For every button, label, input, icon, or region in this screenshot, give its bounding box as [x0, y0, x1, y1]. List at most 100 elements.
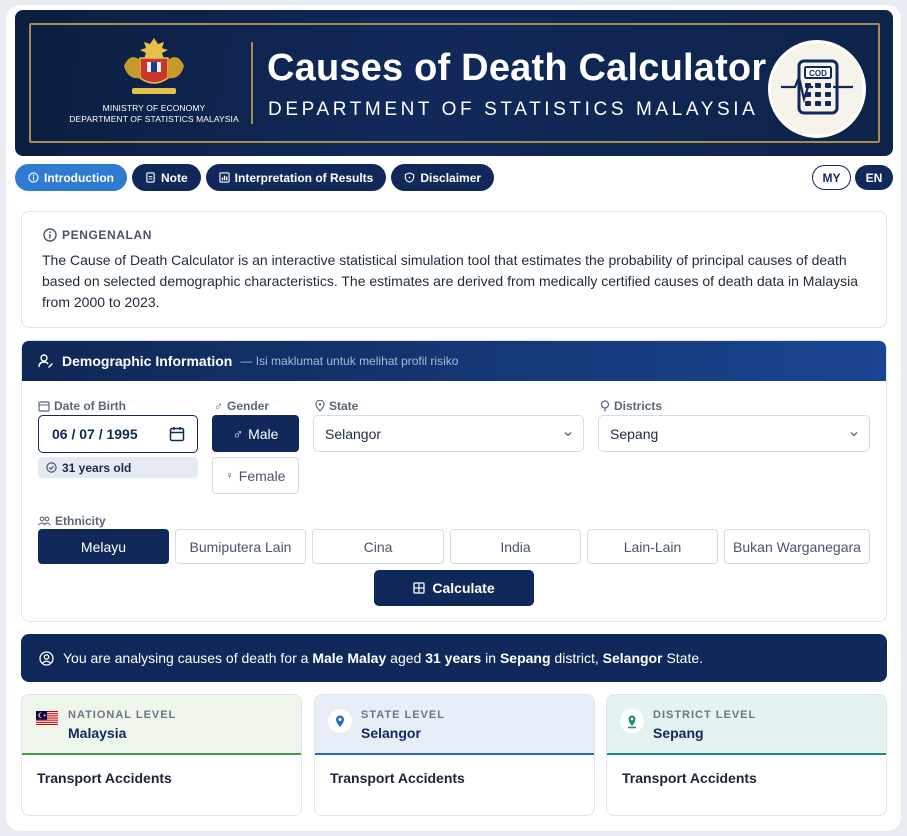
calendar-picker-icon[interactable] — [169, 426, 185, 442]
district-level-header: DISTRICT LEVEL Sepang — [607, 695, 886, 755]
district-select[interactable]: Sepang — [598, 415, 870, 452]
ethnicity-label: Ethnicity — [38, 514, 106, 528]
gender-female-label: Female — [238, 467, 286, 484]
demographic-title: Demographic Information — [62, 353, 233, 369]
tab-label: Note — [160, 170, 188, 185]
ministry-line-2: DEPARTMENT OF STATISTICS MALAYSIA — [69, 114, 239, 124]
header-banner: MINISTRY OF ECONOMY DEPARTMENT OF STATIS… — [15, 10, 893, 156]
district-label: Districts — [600, 399, 662, 413]
shield-icon — [405, 172, 415, 183]
language-en-button[interactable]: EN — [855, 165, 893, 190]
tab-introduction[interactable]: Introduction — [15, 164, 127, 191]
tab-label: Interpretation of Results — [234, 170, 374, 185]
chevron-down-icon — [564, 432, 572, 437]
national-level-name: Malaysia — [68, 725, 127, 741]
ethnicity-option-india[interactable]: India — [450, 529, 581, 564]
calculate-label: Calculate — [432, 580, 495, 596]
dob-label-text: Date of Birth — [54, 399, 126, 413]
ethnicity-option-melayu[interactable]: Melayu — [38, 529, 169, 564]
group-icon — [38, 516, 51, 526]
national-level-kicker: NATIONAL LEVEL — [68, 709, 177, 721]
chevron-down-icon — [850, 432, 858, 437]
ethnicity-option-bumiputera-lain[interactable]: Bumiputera Lain — [175, 529, 306, 564]
summary-age: 31 years — [425, 650, 482, 666]
app-page: MINISTRY OF ECONOMY DEPARTMENT OF STATIS… — [6, 5, 901, 831]
calculator-badge: COD — [768, 40, 866, 138]
district-level-card: DISTRICT LEVEL Sepang Transport Accident… — [606, 694, 887, 816]
introduction-heading: PENGENALAN — [43, 228, 152, 242]
chart-icon — [219, 172, 230, 183]
calculate-button[interactable]: Calculate — [374, 570, 534, 606]
gender-label: ♂ Gender — [214, 399, 269, 413]
coat-of-arms-icon — [124, 38, 184, 94]
tab-note[interactable]: Note — [131, 164, 201, 191]
introduction-card: PENGENALAN The Cause of Death Calculator… — [21, 211, 887, 328]
summary-part-1: You are analysing causes of death for a — [63, 650, 309, 666]
summary-part-2: aged — [390, 650, 422, 666]
calculator-heartbeat-icon: COD — [781, 59, 853, 115]
gender-male-button[interactable]: ♂ Male — [212, 415, 299, 452]
analysis-summary: You are analysing causes of death for a … — [21, 634, 887, 682]
tab-disclaimer[interactable]: Disclaimer — [391, 164, 495, 191]
info-icon — [43, 228, 57, 242]
banner-divider — [251, 42, 253, 124]
user-circle-icon — [39, 650, 54, 666]
user-edit-icon — [38, 354, 53, 368]
summary-district: Sepang — [499, 650, 551, 666]
badge-text: COD — [809, 69, 827, 78]
tab-label: Disclaimer — [420, 170, 482, 185]
state-select[interactable]: Selangor — [313, 415, 584, 452]
summary-part-3: in — [485, 650, 497, 666]
document-icon — [146, 172, 155, 183]
location-pin-icon — [328, 709, 352, 733]
tab-label: Introduction — [44, 170, 114, 185]
calendar-icon — [38, 401, 50, 412]
tab-interpretation[interactable]: Interpretation of Results — [205, 164, 387, 191]
national-level-card: NATIONAL LEVEL Malaysia Transport Accide… — [21, 694, 302, 816]
introduction-text: The Cause of Death Calculator is an inte… — [42, 252, 859, 310]
page-title: Causes of Death Calculator — [267, 47, 767, 89]
summary-state: Selangor — [602, 650, 663, 666]
district-level-kicker: DISTRICT LEVEL — [653, 709, 757, 721]
location-icon — [315, 400, 325, 412]
map-pin-icon — [620, 709, 644, 733]
demographic-hint: — Isi maklumat untuk melihat profil risi… — [240, 354, 459, 368]
age-badge: 31 years old — [38, 457, 198, 478]
summary-part-4: district, — [554, 650, 599, 666]
ministry-name: MINISTRY OF ECONOMY DEPARTMENT OF STATIS… — [59, 103, 249, 125]
district-value: Sepang — [610, 425, 659, 442]
state-label: State — [315, 399, 358, 413]
age-text: 31 years old — [62, 460, 132, 475]
dob-value: 06 / 07 / 1995 — [52, 426, 138, 442]
info-icon — [28, 172, 39, 183]
summary-gender-ethnicity: Male Malay — [312, 650, 387, 666]
check-circle-icon — [46, 462, 57, 473]
male-icon: ♂ — [232, 425, 244, 442]
state-level-card: STATE LEVEL Selangor Transport Accidents — [314, 694, 595, 816]
language-my-button[interactable]: MY — [812, 165, 851, 190]
pin-icon — [600, 400, 610, 412]
date-of-birth-input[interactable]: 06 / 07 / 1995 — [38, 415, 198, 453]
summary-text: You are analysing causes of death for a … — [63, 650, 703, 666]
district-label-text: Districts — [614, 399, 663, 413]
ethnicity-option-cina[interactable]: Cina — [312, 529, 444, 564]
state-level-kicker: STATE LEVEL — [361, 709, 445, 721]
gender-label-text: Gender — [227, 399, 270, 413]
demographic-form: Demographic Information — Isi maklumat u… — [21, 340, 887, 622]
male-symbol-icon: ♂ — [214, 399, 223, 413]
state-label-text: State — [329, 399, 359, 413]
summary-part-5: State. — [666, 650, 704, 666]
state-level-result: Transport Accidents — [330, 770, 465, 786]
gender-female-button[interactable]: ♀ Female — [212, 457, 299, 494]
introduction-heading-text: PENGENALAN — [62, 228, 153, 242]
national-level-result: Transport Accidents — [37, 770, 172, 786]
female-icon: ♀ — [225, 469, 234, 482]
state-value: Selangor — [325, 425, 382, 442]
state-level-name: Selangor — [361, 725, 421, 741]
ethnicity-option-bukan-warganegara[interactable]: Bukan Warganegara — [724, 529, 870, 564]
state-level-header: STATE LEVEL Selangor — [315, 695, 594, 755]
district-level-name: Sepang — [653, 725, 704, 741]
ethnicity-option-lain-lain[interactable]: Lain-Lain — [587, 529, 718, 564]
ministry-line-1: MINISTRY OF ECONOMY — [102, 103, 206, 113]
calculator-icon — [413, 582, 426, 594]
